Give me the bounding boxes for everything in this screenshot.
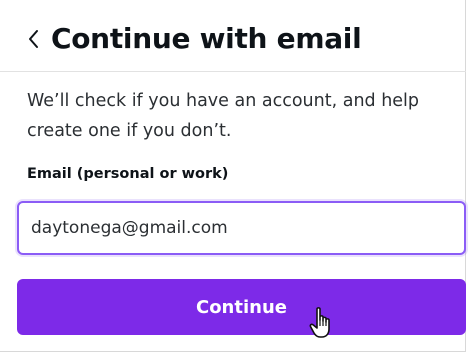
chevron-left-icon[interactable] (27, 25, 39, 53)
continue-button[interactable]: Continue (17, 279, 466, 335)
header-divider (0, 71, 466, 72)
email-signin-panel: Continue with email We’ll check if you h… (0, 0, 466, 352)
panel-header: Continue with email (27, 22, 362, 56)
email-field-label: Email (personal or work) (27, 166, 229, 182)
page-title: Continue with email (51, 22, 362, 55)
description-text: We’ll check if you have an account, and … (27, 91, 420, 141)
email-field[interactable] (17, 201, 466, 255)
